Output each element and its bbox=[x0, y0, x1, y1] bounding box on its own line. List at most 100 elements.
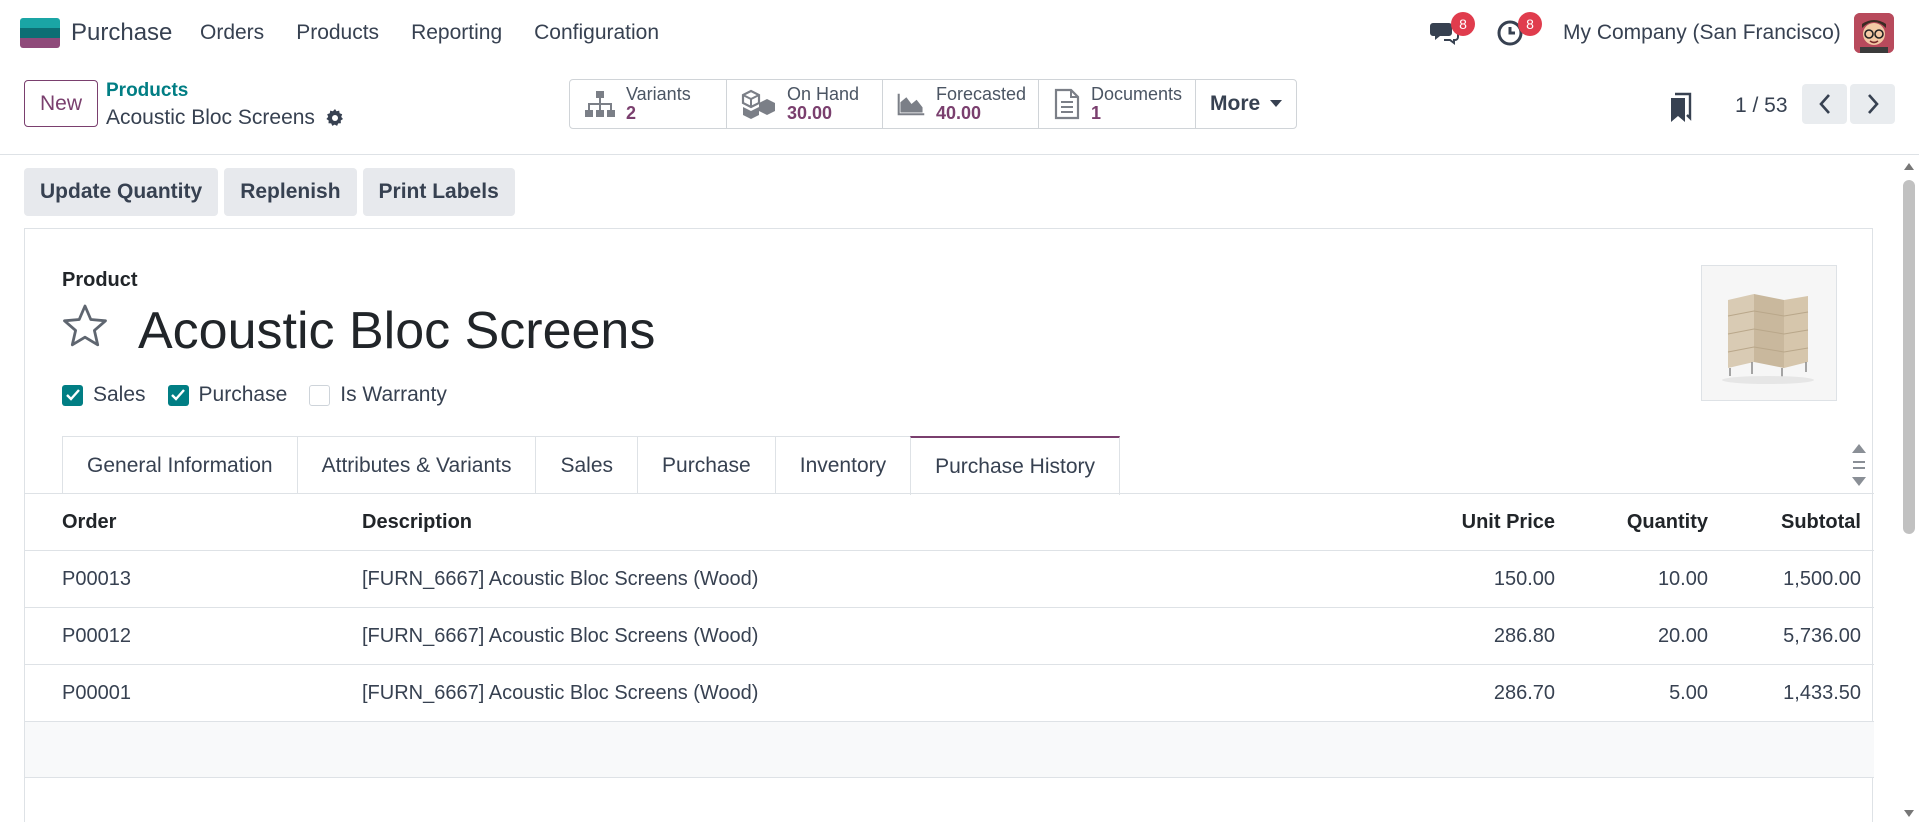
purchase-checkbox-label: Purchase bbox=[198, 383, 288, 406]
purchase-app-icon[interactable] bbox=[20, 18, 60, 48]
forecasted-value: 40.00 bbox=[935, 103, 981, 123]
forecasted-label: Forecasted bbox=[935, 84, 1026, 104]
app-name[interactable]: Purchase bbox=[71, 19, 172, 47]
column-header-order[interactable]: Order bbox=[25, 511, 362, 534]
chevron-left-icon bbox=[1818, 94, 1830, 114]
sales-checkbox[interactable]: Sales bbox=[62, 383, 146, 407]
breadcrumb-products[interactable]: Products bbox=[106, 80, 188, 102]
variants-count: 2 bbox=[626, 103, 637, 123]
cell-unit-price: 150.00 bbox=[1493, 567, 1555, 590]
table-row[interactable]: P00012 [FURN_6667] Acoustic Bloc Screens… bbox=[25, 608, 1874, 665]
messages-button[interactable]: 8 bbox=[1429, 12, 1475, 49]
avatar-icon bbox=[1854, 13, 1894, 53]
pager-value[interactable]: 1 / 53 bbox=[1735, 94, 1788, 118]
on-hand-value: 30.00 bbox=[787, 103, 833, 123]
documents-count: 1 bbox=[1091, 103, 1102, 123]
variants-smart-button[interactable]: Variants 2 bbox=[570, 80, 727, 128]
new-button[interactable]: New bbox=[24, 80, 98, 127]
cell-description: [FURN_6667] Acoustic Bloc Screens (Wood) bbox=[362, 567, 759, 590]
sort-arrows-icon[interactable] bbox=[1851, 442, 1867, 492]
tab-purchase[interactable]: Purchase bbox=[637, 436, 776, 494]
company-switcher[interactable]: My Company (San Francisco) bbox=[1563, 21, 1841, 45]
is-warranty-checkbox[interactable]: Is Warranty bbox=[309, 383, 447, 407]
control-panel: New Products Acoustic Bloc Screens Varia… bbox=[0, 66, 1919, 155]
table-row[interactable]: P00013 [FURN_6667] Acoustic Bloc Screens… bbox=[25, 551, 1874, 608]
boxes-icon bbox=[741, 89, 775, 119]
tab-sales[interactable]: Sales bbox=[535, 436, 639, 494]
menu-products[interactable]: Products bbox=[296, 21, 379, 45]
tab-inventory[interactable]: Inventory bbox=[774, 436, 912, 494]
table-header: Order Description Unit Price Quantity Su… bbox=[25, 494, 1874, 551]
product-image[interactable] bbox=[1701, 265, 1837, 401]
scroll-down-icon[interactable] bbox=[1904, 810, 1914, 818]
record-name-text: Acoustic Bloc Screens bbox=[106, 106, 315, 129]
cell-unit-price: 286.70 bbox=[1493, 681, 1555, 704]
product-flags: Sales Purchase Is Warranty bbox=[62, 383, 469, 407]
cell-quantity: 10.00 bbox=[1657, 567, 1708, 590]
form-action-buttons: Update Quantity Replenish Print Labels bbox=[24, 168, 515, 216]
table-row[interactable]: P00001 [FURN_6667] Acoustic Bloc Screens… bbox=[25, 665, 1874, 722]
gear-icon[interactable] bbox=[325, 108, 345, 128]
messages-badge: 8 bbox=[1451, 12, 1475, 36]
cell-subtotal: 1,500.00 bbox=[1783, 567, 1861, 590]
documents-smart-button[interactable]: Documents 1 bbox=[1039, 80, 1196, 128]
document-icon bbox=[1054, 88, 1080, 120]
checkbox-unchecked-icon bbox=[309, 384, 331, 406]
pager-previous-button[interactable] bbox=[1802, 84, 1847, 124]
cell-quantity: 20.00 bbox=[1657, 624, 1708, 647]
caret-down-icon bbox=[1270, 100, 1283, 107]
table-empty-row bbox=[25, 722, 1874, 778]
area-chart-icon bbox=[897, 93, 925, 116]
scrollbar-thumb[interactable] bbox=[1903, 180, 1915, 534]
update-quantity-button[interactable]: Update Quantity bbox=[24, 168, 219, 216]
print-labels-button[interactable]: Print Labels bbox=[362, 168, 515, 216]
cell-order: P00012 bbox=[62, 624, 131, 647]
smart-buttons: Variants 2 On Hand 30.00 Forecasted 40.0… bbox=[569, 79, 1298, 129]
chevron-right-icon bbox=[1867, 94, 1879, 114]
cell-unit-price: 286.80 bbox=[1493, 624, 1555, 647]
menu-configuration[interactable]: Configuration bbox=[534, 21, 659, 45]
column-header-unit-price[interactable]: Unit Price bbox=[1362, 511, 1555, 534]
variants-label: Variants bbox=[626, 84, 691, 104]
tab-purchase-history[interactable]: Purchase History bbox=[910, 436, 1121, 495]
activities-badge: 8 bbox=[1518, 12, 1542, 36]
more-button[interactable]: More bbox=[1196, 80, 1296, 128]
sales-checkbox-label: Sales bbox=[93, 383, 146, 406]
cell-quantity: 5.00 bbox=[1669, 681, 1708, 704]
tab-attributes-variants[interactable]: Attributes & Variants bbox=[296, 436, 537, 494]
scroll-up-icon[interactable] bbox=[1904, 162, 1914, 170]
cell-order: P00001 bbox=[62, 681, 131, 704]
checkbox-checked-icon bbox=[62, 384, 83, 406]
checkbox-checked-icon bbox=[167, 384, 189, 406]
purchase-checkbox[interactable]: Purchase bbox=[167, 383, 288, 407]
on-hand-smart-button[interactable]: On Hand 30.00 bbox=[727, 80, 883, 128]
menu-reporting[interactable]: Reporting bbox=[411, 21, 502, 45]
activities-button[interactable]: 8 bbox=[1496, 12, 1542, 49]
product-field-label: Product bbox=[62, 269, 138, 291]
cell-subtotal: 1,433.50 bbox=[1783, 681, 1861, 704]
column-header-subtotal[interactable]: Subtotal bbox=[1708, 511, 1861, 534]
tab-general-information[interactable]: General Information bbox=[62, 436, 298, 494]
is-warranty-checkbox-label: Is Warranty bbox=[340, 383, 447, 406]
page-scrollbar[interactable] bbox=[1899, 158, 1919, 822]
product-name[interactable]: Acoustic Bloc Screens bbox=[138, 301, 655, 361]
top-navbar: Purchase Orders Products Reporting Confi… bbox=[0, 0, 1919, 66]
form-tabs: General Information Attributes & Variant… bbox=[62, 436, 1121, 495]
documents-label: Documents bbox=[1091, 84, 1183, 104]
form-sheet: Product Acoustic Bloc Screens Sales Purc… bbox=[24, 228, 1874, 822]
user-avatar[interactable] bbox=[1854, 13, 1894, 53]
column-header-description[interactable]: Description bbox=[362, 511, 1362, 534]
cell-description: [FURN_6667] Acoustic Bloc Screens (Wood) bbox=[362, 624, 759, 647]
purchase-history-table: Order Description Unit Price Quantity Su… bbox=[25, 494, 1874, 778]
variants-icon bbox=[585, 91, 615, 117]
cell-order: P00013 bbox=[62, 567, 131, 590]
cell-description: [FURN_6667] Acoustic Bloc Screens (Wood) bbox=[362, 681, 759, 704]
bookmark-icon[interactable] bbox=[1669, 92, 1693, 124]
column-header-quantity[interactable]: Quantity bbox=[1555, 511, 1708, 534]
star-icon[interactable] bbox=[62, 303, 108, 349]
menu-orders[interactable]: Orders bbox=[200, 21, 264, 45]
forecasted-smart-button[interactable]: Forecasted 40.00 bbox=[883, 80, 1039, 128]
pager-next-button[interactable] bbox=[1850, 84, 1895, 124]
main-menu: Orders Products Reporting Configuration bbox=[200, 21, 691, 45]
replenish-button[interactable]: Replenish bbox=[224, 168, 357, 216]
